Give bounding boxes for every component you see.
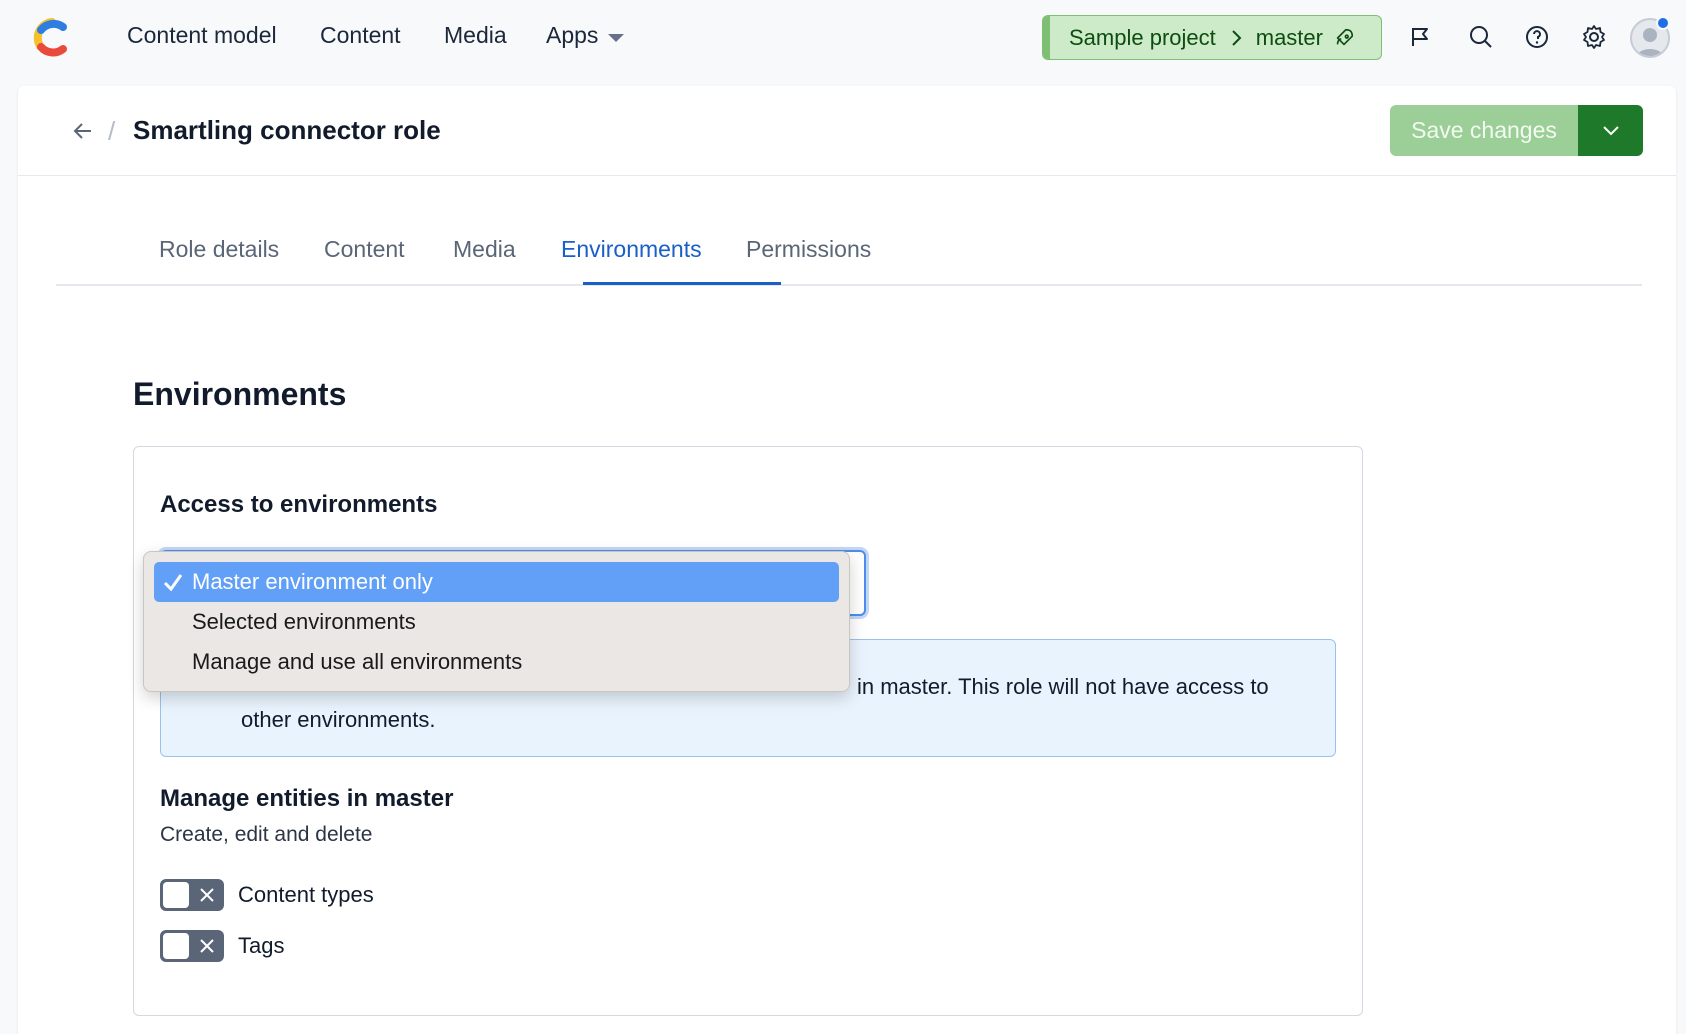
section-title: Environments xyxy=(133,376,347,412)
option-all-environments[interactable]: Manage and use all environments xyxy=(154,642,839,682)
nav-content-model[interactable]: Content model xyxy=(127,22,277,49)
tab-environments[interactable]: Environments xyxy=(561,236,702,263)
page-title: Smartling connector role xyxy=(133,115,441,145)
option-selected-environments[interactable]: Selected environments xyxy=(154,602,839,642)
search-icon[interactable] xyxy=(1466,22,1496,52)
caret-down-icon xyxy=(608,33,625,42)
back-arrow-icon[interactable] xyxy=(66,114,100,148)
info-text-line2: other environments. xyxy=(241,707,436,732)
nav-apps[interactable]: Apps xyxy=(546,22,625,49)
access-heading: Access to environments xyxy=(160,491,438,518)
close-icon xyxy=(200,888,214,902)
save-button[interactable]: Save changes xyxy=(1390,105,1578,156)
contentful-logo-icon[interactable] xyxy=(32,18,72,58)
toggle-label: Content types xyxy=(238,882,374,907)
environment-switcher[interactable]: Sample project master xyxy=(1042,15,1382,60)
breadcrumb-separator: / xyxy=(108,116,116,146)
manage-description: Create, edit and delete xyxy=(160,823,373,846)
role-tabs: Role details Content Media Environments … xyxy=(56,186,1642,286)
environment-name: master xyxy=(1255,24,1323,50)
rocket-icon xyxy=(1333,27,1355,49)
gear-icon[interactable] xyxy=(1579,22,1609,52)
tab-content[interactable]: Content xyxy=(324,236,405,263)
close-icon xyxy=(200,939,214,953)
announcements-icon[interactable] xyxy=(1407,22,1437,52)
save-options-button[interactable] xyxy=(1578,105,1643,156)
option-master-only[interactable]: Master environment only xyxy=(154,562,839,602)
option-label: Master environment only xyxy=(192,569,433,594)
toggle-content-types: Content types xyxy=(160,879,374,911)
nav-media[interactable]: Media xyxy=(444,22,507,49)
environment-access-dropdown: Master environment only Selected environ… xyxy=(143,551,850,692)
nav-apps-label: Apps xyxy=(546,22,599,48)
tags-switch[interactable] xyxy=(160,930,224,962)
nav-content[interactable]: Content xyxy=(320,22,401,49)
toggle-label: Tags xyxy=(238,933,285,958)
tab-media[interactable]: Media xyxy=(453,236,516,263)
tab-permissions[interactable]: Permissions xyxy=(746,236,871,263)
content-types-switch[interactable] xyxy=(160,879,224,911)
chevron-down-icon xyxy=(1602,125,1619,135)
top-navigation: Content model Content Media Apps Sample … xyxy=(0,0,1686,76)
environments-card: Access to environments in master. This r… xyxy=(133,446,1363,1016)
toggle-tags: Tags xyxy=(160,930,284,962)
option-label: Selected environments xyxy=(192,609,416,634)
help-icon[interactable] xyxy=(1522,22,1552,52)
tab-role-details[interactable]: Role details xyxy=(159,236,279,263)
notification-dot xyxy=(1656,16,1670,30)
checkmark-icon xyxy=(163,574,183,592)
manage-heading: Manage entities in master xyxy=(160,785,454,812)
chevron-right-icon xyxy=(1230,29,1242,47)
option-label: Manage and use all environments xyxy=(192,649,523,674)
active-tab-indicator xyxy=(583,282,781,285)
page-header: / Smartling connector role Save changes xyxy=(18,86,1676,176)
space-name: Sample project xyxy=(1069,24,1216,50)
